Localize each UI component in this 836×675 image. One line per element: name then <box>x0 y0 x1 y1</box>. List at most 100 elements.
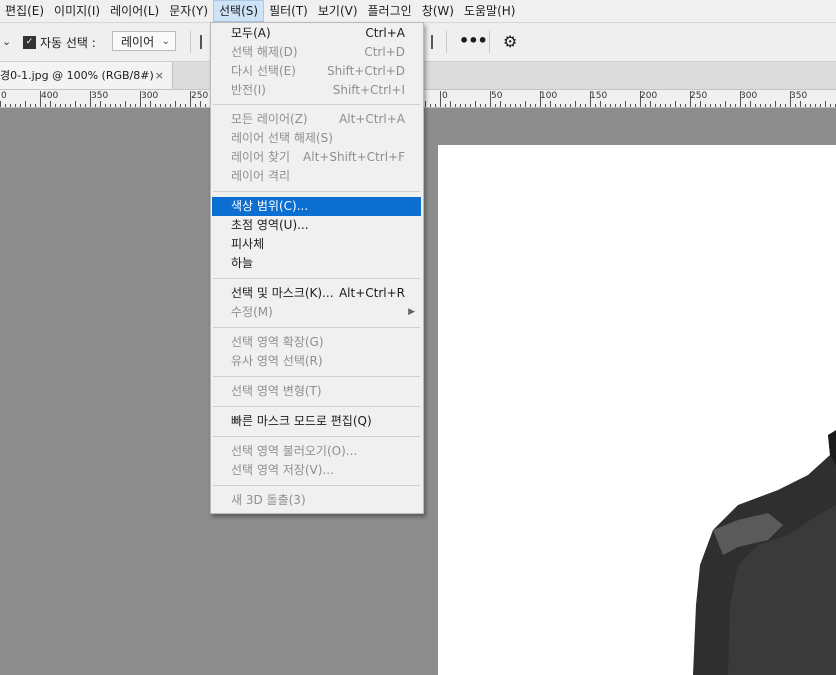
ruler-label: 200 <box>640 91 658 101</box>
ruler-tick <box>70 104 71 107</box>
document-canvas[interactable] <box>438 145 836 675</box>
menu-item-shortcut: Alt+Ctrl+A <box>339 112 405 126</box>
ruler-tick <box>520 104 521 107</box>
menu-item-isolate-layers[interactable]: 레이어 격리 <box>212 167 421 186</box>
menu-item-shortcut: Shift+Ctrl+I <box>332 83 405 97</box>
menu-item-save-selection[interactable]: 선택 영역 저장(V)... <box>212 461 421 480</box>
ruler-tick <box>735 104 736 107</box>
ruler-tick <box>550 101 551 107</box>
ruler-tick <box>665 104 666 107</box>
ruler-tick <box>755 104 756 107</box>
ruler-tick <box>730 104 731 107</box>
menu-item-select-and-mask[interactable]: 선택 및 마스크(K)... Alt+Ctrl+R <box>212 284 421 303</box>
select-menu-dropdown: 모두(A) Ctrl+A 선택 해제(D) Ctrl+D 다시 선택(E) Sh… <box>210 22 424 514</box>
ruler-label: 300 <box>740 91 758 101</box>
ruler-tick <box>750 101 751 107</box>
ruler-tick <box>560 104 561 107</box>
menu-separator <box>213 104 420 105</box>
ruler-label: 350 <box>790 91 808 101</box>
ruler-tick <box>140 91 141 107</box>
auto-select-dropdown[interactable]: 레이어 ⌄ <box>112 31 176 51</box>
ruler-tick <box>810 104 811 107</box>
ruler-tick <box>695 104 696 107</box>
menu-item-grow[interactable]: 선택 영역 확장(G) <box>212 333 421 352</box>
ruler-tick <box>720 104 721 107</box>
menu-item-transform-selection[interactable]: 선택 영역 변형(T) <box>212 382 421 401</box>
ruler-label: 0 <box>442 91 448 101</box>
auto-select-checkbox[interactable]: ✓ <box>23 36 36 49</box>
ruler-tick <box>430 104 431 107</box>
menu-type[interactable]: 문자(Y) <box>164 0 213 22</box>
more-options-icon[interactable]: ••• <box>459 31 488 50</box>
menu-image[interactable]: 이미지(I) <box>49 0 105 22</box>
menu-item-deselect-layers[interactable]: 레이어 선택 해제(S) <box>212 129 421 148</box>
menu-item-label: 피사체 <box>231 237 265 251</box>
menu-item-label: 선택 영역 불러오기(O)... <box>231 444 358 458</box>
menu-separator <box>213 376 420 377</box>
menu-edit[interactable]: 편집(E) <box>0 0 49 22</box>
menu-item-quick-mask[interactable]: 빠른 마스크 모드로 편집(Q) <box>212 412 421 431</box>
menu-item-focus-area[interactable]: 초점 영역(U)... <box>212 216 421 235</box>
menu-item-deselect[interactable]: 선택 해제(D) Ctrl+D <box>212 43 421 62</box>
document-tab[interactable]: 경0-1.jpg @ 100% (RGB/8#) × <box>0 62 173 89</box>
ruler-tick <box>585 104 586 107</box>
ruler-tick <box>495 104 496 107</box>
menu-item-inverse[interactable]: 반전(I) Shift+Ctrl+I <box>212 81 421 100</box>
ruler-tick <box>165 104 166 107</box>
chevron-down-icon: ⌄ <box>161 36 170 47</box>
ruler-tick <box>195 104 196 107</box>
menu-separator <box>213 191 420 192</box>
ruler-tick <box>745 104 746 107</box>
ruler-tick <box>125 101 126 107</box>
menu-item-new-3d-extrusion[interactable]: 새 3D 돌출(3) <box>212 491 421 510</box>
ruler-tick <box>25 101 26 107</box>
menu-layer[interactable]: 레이어(L) <box>105 0 164 22</box>
ruler-tick <box>20 104 21 107</box>
ruler-tick <box>115 104 116 107</box>
ruler-tick <box>790 91 791 107</box>
menu-item-similar[interactable]: 유사 영역 선택(R) <box>212 352 421 371</box>
ruler-tick <box>10 104 11 107</box>
align-left-icon[interactable] <box>200 35 208 49</box>
menu-help[interactable]: 도움말(H) <box>459 0 521 22</box>
menu-filter[interactable]: 필터(T) <box>264 0 313 22</box>
ruler-tick <box>660 104 661 107</box>
auto-select-label: 자동 선택 : <box>40 36 96 50</box>
ruler-tick <box>785 104 786 107</box>
menu-view[interactable]: 보기(V) <box>313 0 363 22</box>
ruler-tick <box>685 104 686 107</box>
menu-item-modify[interactable]: 수정(M) ▶ <box>212 303 421 322</box>
menu-item-reselect[interactable]: 다시 선택(E) Shift+Ctrl+D <box>212 62 421 81</box>
menu-item-label: 색상 범위(C)... <box>231 199 309 213</box>
ruler-tick <box>775 101 776 107</box>
menu-plugins[interactable]: 플러그인 <box>363 0 417 22</box>
menu-item-subject[interactable]: 피사체 <box>212 235 421 254</box>
gear-icon[interactable]: ⚙ <box>503 32 517 51</box>
ruler-tick <box>610 104 611 107</box>
ruler-label: 250 <box>191 91 209 101</box>
menu-item-all-layers[interactable]: 모든 레이어(Z) Alt+Ctrl+A <box>212 110 421 129</box>
menu-item-label: 유사 영역 선택(R) <box>231 354 323 368</box>
menu-item-load-selection[interactable]: 선택 영역 불러오기(O)... <box>212 442 421 461</box>
ruler-tick <box>580 104 581 107</box>
menu-separator <box>213 278 420 279</box>
chevron-down-icon[interactable]: ⌄ <box>2 35 11 48</box>
ruler-label: 0 <box>1 91 7 101</box>
align-right-icon[interactable] <box>425 35 433 49</box>
ruler-label: 50 <box>491 91 503 101</box>
menu-select[interactable]: 선택(S) <box>213 0 265 22</box>
ruler-tick <box>490 91 491 107</box>
ruler-tick <box>130 104 131 107</box>
ruler-tick <box>160 104 161 107</box>
canvas-image <box>693 430 836 675</box>
ruler-label: 350 <box>91 91 109 101</box>
menu-item-find-layers[interactable]: 레이어 찾기 Alt+Shift+Ctrl+F <box>212 148 421 167</box>
ruler-tick <box>640 91 641 107</box>
menu-window[interactable]: 창(W) <box>417 0 459 22</box>
ruler-tick <box>820 104 821 107</box>
menu-item-all[interactable]: 모두(A) Ctrl+A <box>212 24 421 43</box>
close-icon[interactable]: × <box>155 62 164 89</box>
menu-item-sky[interactable]: 하늘 <box>212 254 421 273</box>
menu-item-color-range[interactable]: 색상 범위(C)... <box>212 197 421 216</box>
ruler-tick <box>5 104 6 107</box>
